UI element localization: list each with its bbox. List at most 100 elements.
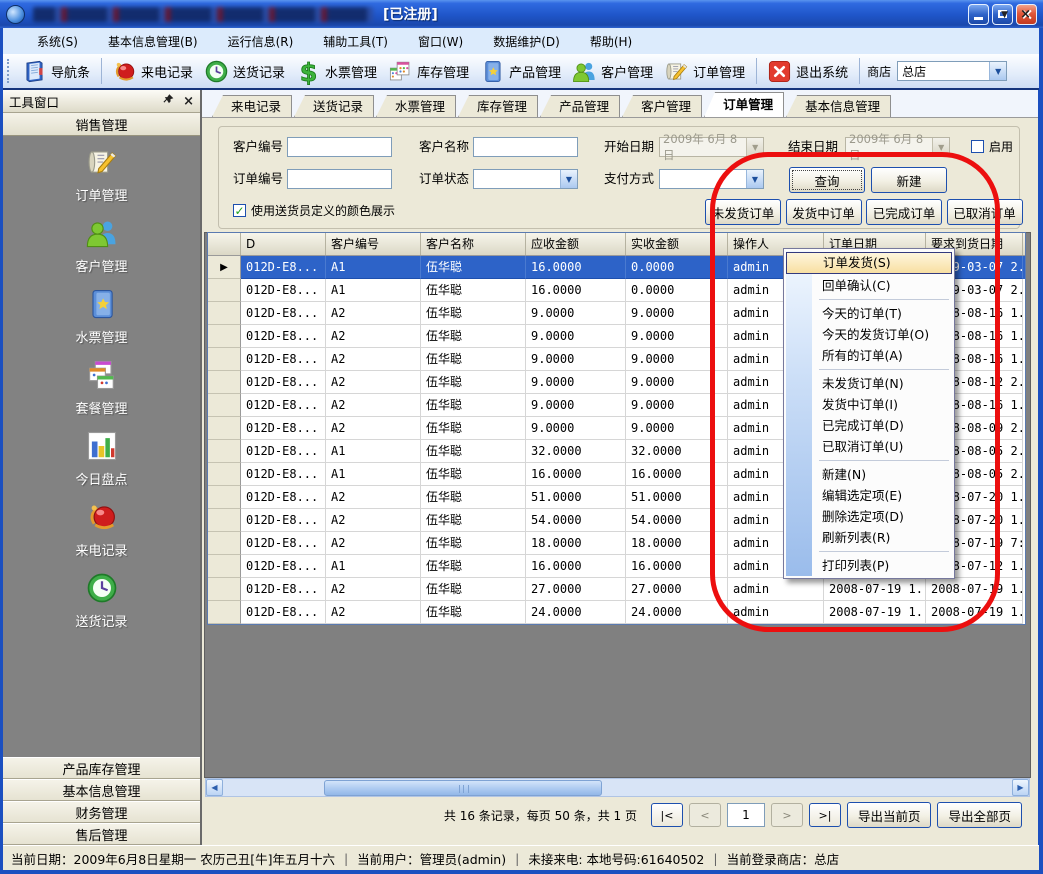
context-menu-item-所有的订单(A)[interactable]: 所有的订单(A)	[786, 345, 952, 366]
color-display-checkbox[interactable]: ✓	[233, 204, 246, 217]
menubar-item[interactable]: 系统(S)	[37, 33, 78, 50]
order-no-input[interactable]	[287, 169, 392, 189]
row-header-cell[interactable]	[208, 555, 241, 578]
toolbar-button-product[interactable]: 产品管理	[475, 56, 567, 87]
menubar-item[interactable]: 运行信息(R)	[228, 33, 294, 50]
status-filter-button-未发货订单[interactable]: 未发货订单	[705, 199, 781, 225]
status-filter-button-已取消订单[interactable]: 已取消订单	[947, 199, 1023, 225]
export-current-page-button[interactable]: 导出当前页	[847, 802, 932, 828]
menubar-item[interactable]: 窗口(W)	[418, 33, 463, 50]
chevron-down-icon[interactable]: ▼	[560, 170, 577, 188]
tab-close-icon[interactable]: ×	[1020, 7, 1031, 22]
row-header-cell[interactable]	[208, 325, 241, 348]
column-header-receivable[interactable]: 应收金额	[526, 233, 626, 255]
scroll-right-icon[interactable]: ▶	[1012, 779, 1029, 796]
row-header-cell[interactable]	[208, 348, 241, 371]
sidebar-item-客户管理[interactable]: 客户管理	[3, 215, 200, 275]
toolbar-button-order[interactable]: 订单管理	[659, 56, 751, 87]
customer-name-input[interactable]	[473, 137, 578, 157]
chevron-down-icon[interactable]: ▼	[989, 62, 1006, 80]
next-page-button[interactable]: >	[771, 803, 803, 827]
context-menu-item-今天的发货订单(O)[interactable]: 今天的发货订单(O)	[786, 324, 952, 345]
end-date-picker[interactable]: 2009年 6月 8日 ▼	[845, 137, 950, 157]
tab-水票管理[interactable]: 水票管理	[376, 95, 456, 117]
tab-产品管理[interactable]: 产品管理	[540, 95, 620, 117]
new-button[interactable]: 新建	[871, 167, 947, 193]
row-header-cell[interactable]	[208, 578, 241, 601]
sidebar-item-来电记录[interactable]: 来电记录	[3, 499, 200, 559]
row-header-cell[interactable]	[208, 279, 241, 302]
close-panel-icon[interactable]: ×	[183, 95, 194, 108]
row-header-cell[interactable]	[208, 509, 241, 532]
first-page-button[interactable]: |<	[651, 803, 683, 827]
context-menu-item-打印列表(P)[interactable]: 打印列表(P)	[786, 555, 952, 576]
menubar-item[interactable]: 帮助(H)	[590, 33, 632, 50]
tab-来电记录[interactable]: 来电记录	[212, 95, 292, 117]
pay-method-combobox[interactable]: ▼	[659, 169, 764, 189]
column-header-received[interactable]: 实收金额	[626, 233, 728, 255]
toolbar-button-clock[interactable]: 送货记录	[199, 56, 291, 87]
minimize-button[interactable]	[968, 4, 989, 25]
row-header-cell[interactable]	[208, 601, 241, 624]
sidebar-section-财务管理[interactable]: 财务管理	[3, 801, 200, 823]
context-menu-item-刷新列表(R)[interactable]: 刷新列表(R)	[786, 527, 952, 548]
menubar-item[interactable]: 数据维护(D)	[493, 33, 560, 50]
export-all-pages-button[interactable]: 导出全部页	[937, 802, 1022, 828]
scroll-left-icon[interactable]: ◀	[206, 779, 223, 796]
row-header-cell[interactable]	[208, 463, 241, 486]
context-menu-item-发货中订单(I)[interactable]: 发货中订单(I)	[786, 394, 952, 415]
sidebar-item-水票管理[interactable]: 水票管理	[3, 286, 200, 346]
chevron-down-icon[interactable]: ▼	[746, 170, 763, 188]
row-header-cell[interactable]	[208, 371, 241, 394]
row-header-cell[interactable]	[208, 440, 241, 463]
column-header-customer_name[interactable]: 客户名称	[421, 233, 526, 255]
sidebar-item-套餐管理[interactable]: 套餐管理	[3, 357, 200, 417]
sidebar-item-今日盘点[interactable]: 今日盘点	[3, 428, 200, 488]
customer-no-input[interactable]	[287, 137, 392, 157]
last-page-button[interactable]: >|	[809, 803, 841, 827]
query-button[interactable]: 查询	[789, 167, 865, 193]
context-menu-item-今天的订单(T)[interactable]: 今天的订单(T)	[786, 303, 952, 324]
sidebar-section-售后管理[interactable]: 售后管理	[3, 823, 200, 845]
toolbar-button-dollar[interactable]: $水票管理	[291, 56, 383, 87]
enable-checkbox[interactable]	[971, 140, 984, 153]
toolbar-button-bell[interactable]: 来电记录	[107, 56, 199, 87]
toolbar-button-inventory[interactable]: 库存管理	[383, 56, 475, 87]
context-menu-item-已完成订单(D)[interactable]: 已完成订单(D)	[786, 415, 952, 436]
chevron-down-icon[interactable]: ▼	[746, 138, 763, 156]
toolbar-button-customers[interactable]: 客户管理	[567, 56, 659, 87]
table-row[interactable]: 012D-E8...A2伍华聪27.000027.0000admin2008-0…	[208, 578, 1025, 601]
status-filter-button-已完成订单[interactable]: 已完成订单	[866, 199, 942, 225]
tab-list-dropdown-icon[interactable]: ▼	[1001, 10, 1008, 20]
menubar-item[interactable]: 基本信息管理(B)	[108, 33, 198, 50]
row-header-cell[interactable]	[208, 302, 241, 325]
tab-库存管理[interactable]: 库存管理	[458, 95, 538, 117]
page-number-input[interactable]	[727, 803, 765, 827]
row-header-cell[interactable]	[208, 394, 241, 417]
start-date-picker[interactable]: 2009年 6月 8日 ▼	[659, 137, 764, 157]
shop-combobox[interactable]: 总店 ▼	[897, 61, 1007, 81]
order-status-combobox[interactable]: ▼	[473, 169, 578, 189]
context-menu-item-新建(N)[interactable]: 新建(N)	[786, 464, 952, 485]
context-menu-item-已取消订单(U)[interactable]: 已取消订单(U)	[786, 436, 952, 457]
row-header-cell[interactable]	[208, 417, 241, 440]
tab-订单管理[interactable]: 订单管理	[704, 92, 784, 117]
horizontal-scrollbar[interactable]: ◀ ▶	[205, 778, 1030, 797]
context-menu-item-编辑选定项(E)[interactable]: 编辑选定项(E)	[786, 485, 952, 506]
row-header-cell[interactable]	[208, 486, 241, 509]
column-header-id[interactable]: D	[241, 233, 326, 255]
toolbar-button-exit[interactable]: 退出系统	[762, 56, 854, 87]
menubar-item[interactable]: 辅助工具(T)	[323, 33, 388, 50]
sidebar-section-产品库存管理[interactable]: 产品库存管理	[3, 757, 200, 779]
tab-客户管理[interactable]: 客户管理	[622, 95, 702, 117]
status-filter-button-发货中订单[interactable]: 发货中订单	[786, 199, 862, 225]
tab-送货记录[interactable]: 送货记录	[294, 95, 374, 117]
prev-page-button[interactable]: <	[689, 803, 721, 827]
context-menu-item-订单发货(S)[interactable]: 订单发货(S)	[786, 252, 952, 274]
toolbar-button-navigator[interactable]: 导航条	[17, 56, 96, 87]
sidebar-section-sales[interactable]: 销售管理	[3, 113, 200, 136]
context-menu-item-删除选定项(D)[interactable]: 删除选定项(D)	[786, 506, 952, 527]
chevron-down-icon[interactable]: ▼	[932, 138, 949, 156]
sidebar-item-订单管理[interactable]: 订单管理	[3, 144, 200, 204]
table-row[interactable]: 012D-E8...A2伍华聪24.000024.0000admin2008-0…	[208, 601, 1025, 624]
